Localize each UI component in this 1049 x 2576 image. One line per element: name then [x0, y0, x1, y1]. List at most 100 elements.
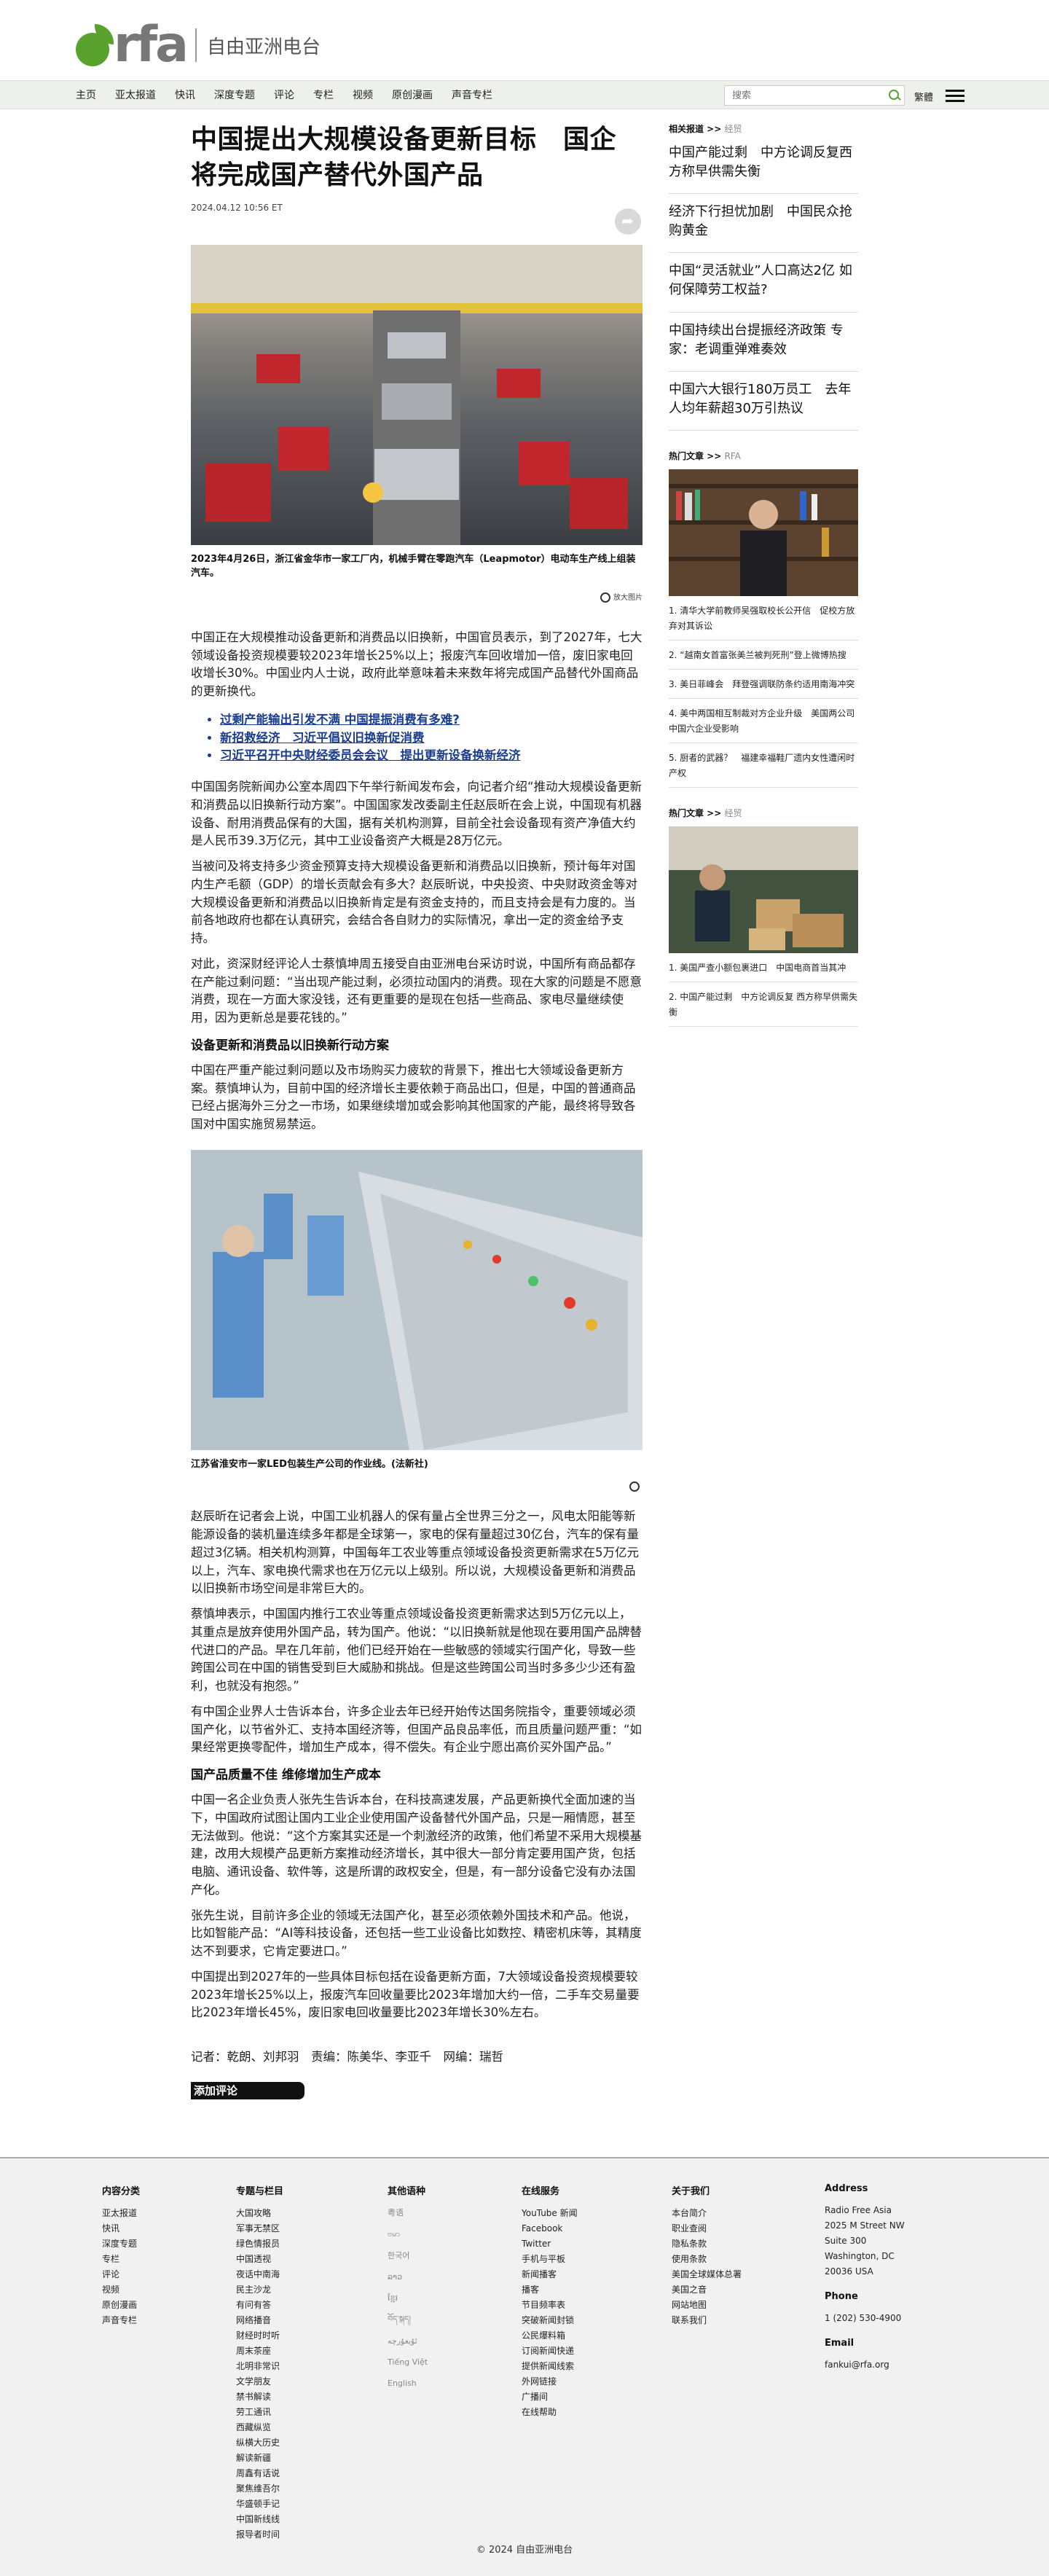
footer-link[interactable]: 财经时时听	[236, 2328, 283, 2344]
footer-link[interactable]: 有问有答	[236, 2298, 283, 2313]
phone-number[interactable]: 1 (202) 530-4900	[825, 2311, 905, 2326]
footer-link[interactable]: 西藏纵览	[236, 2420, 283, 2435]
footer-link[interactable]: 中国新线线	[236, 2512, 283, 2527]
nav-item-audio[interactable]: 声音专栏	[452, 87, 492, 102]
footer-link[interactable]: 报导者时间	[236, 2527, 283, 2542]
photo2-zoom[interactable]	[191, 1481, 643, 1492]
footer-link[interactable]: 美国之音	[672, 2282, 742, 2298]
related-story[interactable]: 中国持续出台提振经济政策 专家：老调重弹难奏效	[669, 313, 858, 372]
language-link[interactable]: Tiếng Việt	[388, 2355, 428, 2369]
footer-link[interactable]: 亚太报道	[102, 2206, 140, 2221]
hot-article[interactable]: 1. 清华大学前教师吴强取校长公开信 促校方放弃对其诉讼	[669, 596, 858, 641]
language-link[interactable]: ဗမာ	[388, 2227, 428, 2241]
nav-item-cartoons[interactable]: 原创漫画	[392, 87, 433, 102]
footer-link[interactable]: 视频	[102, 2282, 140, 2298]
footer-link[interactable]: Twitter	[522, 2236, 578, 2252]
hot-article[interactable]: 5. 厨者的武器？ 福建幸福鞋厂遗内女性遭闲时产权	[669, 743, 858, 788]
share-icon[interactable]	[615, 208, 641, 235]
footer-link[interactable]: 深度专题	[102, 2236, 140, 2252]
footer-link[interactable]: 夜话中南海	[236, 2267, 283, 2282]
language-link[interactable]: ئۇيغۇرچە	[388, 2334, 428, 2348]
footer-link[interactable]: 突破新闻封锁	[522, 2313, 578, 2328]
footer-link[interactable]: 军事无禁区	[236, 2221, 283, 2236]
related-link[interactable]: 新招救经济 习近平倡议旧换新促消费	[220, 729, 643, 748]
footer-link[interactable]: 快讯	[102, 2221, 140, 2236]
hot-article[interactable]: 4. 美中两国相互制裁对方企业升级 美国两公司中国六企业受影响	[669, 699, 858, 743]
footer-link[interactable]: 华盛顿手记	[236, 2497, 283, 2512]
footer-link[interactable]: 周末茶座	[236, 2344, 283, 2359]
language-link[interactable]: བོད་སྐད།	[388, 2312, 428, 2326]
related-story[interactable]: 中国产能过剩 中方论调反复西方称早供需失衡	[669, 135, 858, 195]
footer-link[interactable]: 周鑫有话说	[236, 2466, 283, 2481]
footer-link[interactable]: 在线帮助	[522, 2405, 578, 2420]
search-icon[interactable]	[884, 86, 904, 105]
related-heading[interactable]: 相关报道 >> 经贸	[669, 122, 858, 135]
related-story[interactable]: 经济下行担忧加剧 中国民众抢购黄金	[669, 194, 858, 254]
footer-link[interactable]: 联系我们	[672, 2313, 742, 2328]
footer-link[interactable]: 手机与平板	[522, 2252, 578, 2267]
hot-article-image[interactable]	[669, 826, 858, 953]
hot-article[interactable]: 2. 中国产能过剩 中方论调反复 西方称早供需失衡	[669, 982, 858, 1027]
rfa-logo[interactable]: rfa 自由亚洲电台	[76, 20, 321, 70]
related-story[interactable]: 中国六大银行180万员工 去年人均年薪超30万引热议	[669, 372, 858, 431]
footer-link[interactable]: 播客	[522, 2282, 578, 2298]
footer-link[interactable]: 本台简介	[672, 2206, 742, 2221]
language-link[interactable]: ខ្មែរ	[388, 2291, 428, 2305]
footer-link[interactable]: 职业查阅	[672, 2221, 742, 2236]
footer-link[interactable]: 聚焦维吾尔	[236, 2481, 283, 2497]
language-link[interactable]: 한국어	[388, 2249, 428, 2263]
hot-heading[interactable]: 热门文章 >> RFA	[669, 450, 858, 462]
hot-article[interactable]: 1. 美国严查小额包裹进口 中国电商首当其冲	[669, 953, 858, 982]
footer-link[interactable]: 网络播音	[236, 2313, 283, 2328]
footer-link[interactable]: 声音专栏	[102, 2313, 140, 2328]
nav-item-home[interactable]: 主页	[76, 87, 96, 102]
email-link[interactable]: fankui@rfa.org	[825, 2357, 905, 2373]
related-link[interactable]: 过剩产能输出引发不满 中国提振消费有多难?	[220, 711, 643, 729]
footer-link[interactable]: 新闻播客	[522, 2267, 578, 2282]
footer-link[interactable]: 禁书解读	[236, 2389, 283, 2405]
hot-article[interactable]: 3. 美日菲峰会 拜登强调联防条约适用南海冲突	[669, 670, 858, 699]
footer-link[interactable]: 公民爆料箱	[522, 2328, 578, 2344]
hamburger-menu-icon[interactable]	[946, 90, 964, 103]
hot-heading[interactable]: 热门文章 >> 经贸	[669, 807, 858, 819]
nav-item-columns[interactable]: 专栏	[313, 87, 334, 102]
footer-link[interactable]: 评论	[102, 2267, 140, 2282]
footer-link[interactable]: YouTube 新闻	[522, 2206, 578, 2221]
traditional-chinese-link[interactable]: 繁體	[914, 90, 933, 103]
footer-link[interactable]: 外网链接	[522, 2374, 578, 2389]
footer-link[interactable]: 原创漫画	[102, 2298, 140, 2313]
footer-link[interactable]: 大国攻略	[236, 2206, 283, 2221]
footer-link[interactable]: 民主沙龙	[236, 2282, 283, 2298]
hot-article[interactable]: 2. “越南女首富张美兰被判死刑”登上微博热搜	[669, 641, 858, 670]
footer-link[interactable]: 绿色情报员	[236, 2236, 283, 2252]
footer-link[interactable]: 专栏	[102, 2252, 140, 2267]
footer-link[interactable]: Facebook	[522, 2221, 578, 2236]
footer-link[interactable]: 北明非常识	[236, 2359, 283, 2374]
article-photo-factory[interactable]	[191, 244, 643, 545]
footer-link[interactable]: 广播间	[522, 2389, 578, 2405]
nav-item-news[interactable]: 快讯	[175, 87, 195, 102]
footer-link[interactable]: 隐私条款	[672, 2236, 742, 2252]
language-link[interactable]: ລາວ	[388, 2270, 428, 2284]
hot-article-image[interactable]	[669, 469, 858, 596]
photo1-zoom[interactable]: 放大图片	[191, 591, 643, 603]
footer-link[interactable]: 解读新疆	[236, 2451, 283, 2466]
footer-link[interactable]: 网站地图	[672, 2298, 742, 2313]
related-story[interactable]: 中国“灵活就业”人口高达2亿 如何保障劳工权益?	[669, 253, 858, 313]
language-link[interactable]: English	[388, 2376, 428, 2390]
footer-link[interactable]: 美国全球媒体总署	[672, 2267, 742, 2282]
search-input[interactable]	[725, 86, 884, 105]
related-link[interactable]: 习近平召开中央财经委员会会议 提出更新设备换新经济	[220, 747, 643, 765]
footer-link[interactable]: 订阅新闻快递	[522, 2344, 578, 2359]
footer-link[interactable]: 节目频率表	[522, 2298, 578, 2313]
footer-link[interactable]: 使用条款	[672, 2252, 742, 2267]
footer-link[interactable]: 纵横大历史	[236, 2435, 283, 2451]
footer-link[interactable]: 中国透视	[236, 2252, 283, 2267]
language-link[interactable]: 粤语	[388, 2206, 428, 2220]
article-photo-led[interactable]	[191, 1149, 643, 1450]
footer-link[interactable]: 提供新闻线索	[522, 2359, 578, 2374]
nav-item-commentary[interactable]: 评论	[274, 87, 294, 102]
nav-item-asia[interactable]: 亚太报道	[115, 87, 156, 102]
footer-link[interactable]: 文学朋友	[236, 2374, 283, 2389]
nav-item-indepth[interactable]: 深度专题	[214, 87, 255, 102]
